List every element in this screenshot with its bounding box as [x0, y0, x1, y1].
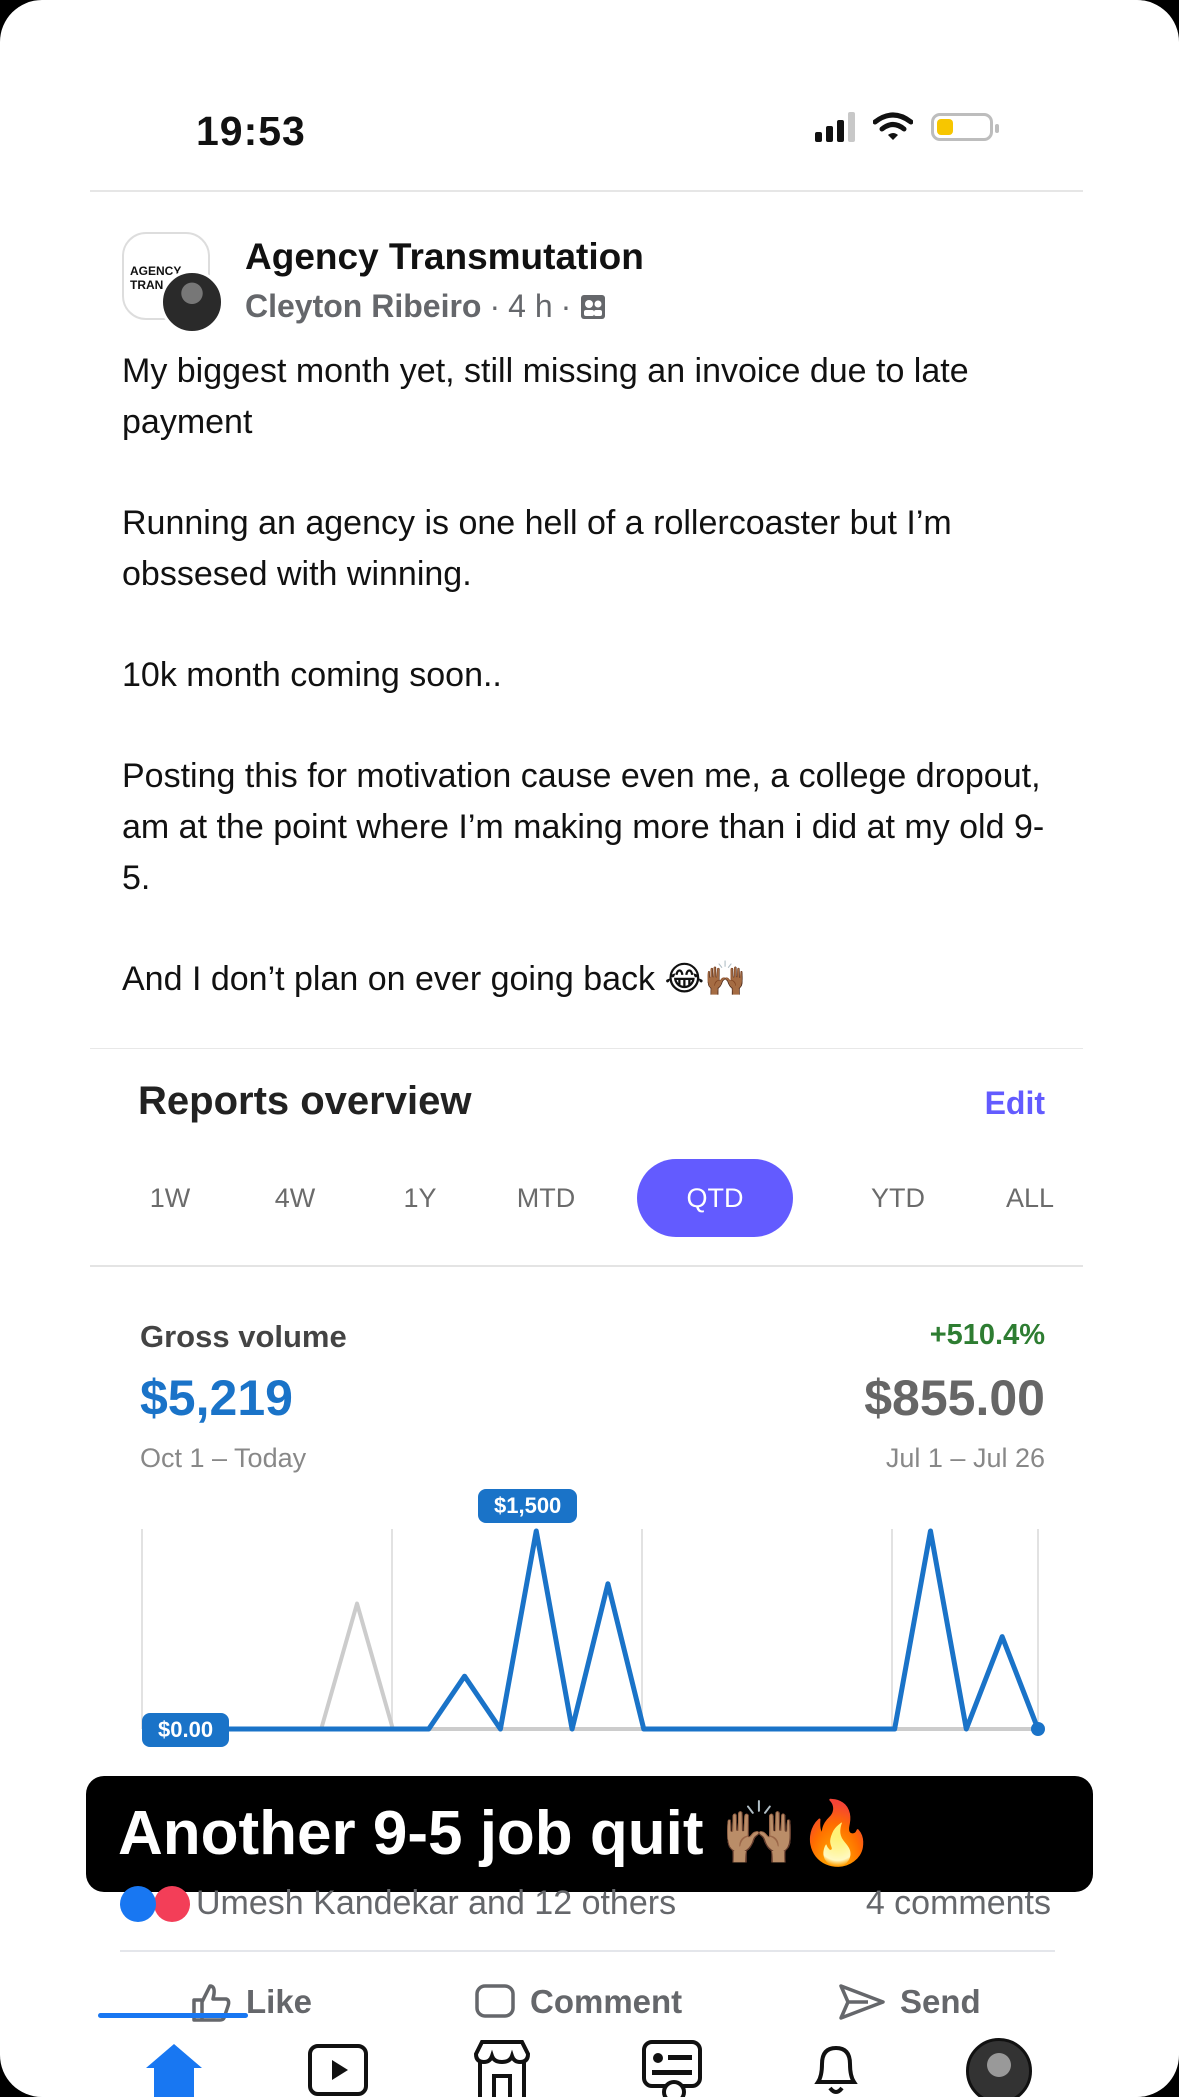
profile-avatar[interactable] [966, 2038, 1032, 2097]
comments-count[interactable]: 4 comments [866, 1884, 1051, 1923]
battery-icon [931, 113, 999, 141]
marketplace-icon[interactable] [470, 2038, 534, 2097]
series-line-current [142, 1528, 1041, 1732]
series-end-point [1031, 1722, 1045, 1736]
author-name[interactable]: Cleyton Ribeiro [245, 288, 481, 325]
actions-divider [120, 1950, 1055, 1952]
tab-1y: 1Y [403, 1183, 437, 1213]
change-percent: +510.4% [929, 1319, 1045, 1351]
story-caption: Another 9-5 job quit 🙌🏽🔥 [86, 1776, 1093, 1892]
author-avatar[interactable] [160, 270, 224, 334]
feeds-icon[interactable] [640, 2038, 704, 2097]
tabs-divider [90, 1265, 1083, 1267]
send-label: Send [900, 1983, 981, 2020]
peak-value-label: $1,500 [478, 1489, 578, 1523]
video-icon[interactable] [306, 2038, 370, 2097]
tab-ytd: YTD [871, 1183, 925, 1213]
current-range: Oct 1 – Today [140, 1443, 307, 1473]
reactions-summary[interactable]: Umesh Kandekar and 12 others [120, 1884, 676, 1923]
post-paragraph: My biggest month yet, still missing an i… [122, 352, 969, 441]
send-button[interactable]: Send [838, 1982, 981, 2022]
previous-value: $855.00 [864, 1370, 1045, 1426]
post-paragraph: Posting this for motivation cause even m… [122, 757, 1045, 897]
like-label: Like [246, 1983, 313, 2020]
tab-all: ALL [1005, 1183, 1055, 1213]
zero-value-label: $0.00 [142, 1713, 230, 1747]
current-value: $5,219 [140, 1370, 293, 1426]
group-name[interactable]: Agency Transmutation [245, 236, 644, 278]
chart-svg [141, 1528, 1045, 1736]
active-tab-indicator [98, 2013, 248, 2018]
love-reaction-icon [154, 1885, 190, 1922]
gross-volume-label: Gross volume [140, 1319, 347, 1354]
range-tabs: 1W 4W 1Y MTD QTD YTD ALL [120, 1159, 1060, 1237]
previous-range: Jul 1 – Jul 26 [885, 1443, 1045, 1473]
gross-volume-chart: $1,500 $0.00 [90, 1489, 1083, 1819]
post-paragraph: Running an agency is one hell of a rolle… [122, 504, 952, 593]
screen: 19:53 AGENCY TRAN Agency Transmutation C… [0, 0, 1179, 2097]
meta-separator: · [489, 288, 501, 324]
like-reaction-icon [120, 1885, 156, 1922]
post-time[interactable]: 4 h [508, 288, 552, 325]
status-time: 19:53 [196, 108, 306, 154]
signal-icon [815, 112, 855, 142]
send-icon [839, 1984, 885, 2020]
post-meta: Cleyton Ribeiro · 4 h · [245, 288, 607, 325]
tab-1w: 1W [149, 1183, 191, 1213]
tab-4w: 4W [274, 1183, 316, 1213]
report-title: Reports overview [138, 1079, 472, 1123]
status-divider [90, 190, 1083, 192]
comment-label: Comment [530, 1983, 683, 2020]
tab-qtd: QTD [637, 1159, 793, 1237]
wifi-icon [873, 112, 913, 140]
meta-separator: · [560, 288, 572, 324]
post-paragraph: And I don’t plan on ever going back 😂🙌🏾 [122, 960, 747, 998]
post-body: My biggest month yet, still missing an i… [122, 346, 1062, 1055]
bell-icon[interactable] [804, 2038, 868, 2097]
group-privacy-icon [581, 294, 606, 319]
reactions-text: Umesh Kandekar and 12 others [196, 1884, 677, 1922]
home-icon[interactable] [142, 2038, 206, 2097]
comment-icon [475, 1984, 515, 2018]
bottom-nav [90, 2032, 1083, 2097]
status-icons [815, 112, 999, 142]
comment-button[interactable]: Comment [474, 1982, 682, 2022]
edit-link: Edit [984, 1085, 1045, 1121]
post-paragraph: 10k month coming soon.. [122, 656, 502, 694]
report-screenshot[interactable]: Reports overview Edit 1W 4W 1Y MTD QTD Y… [90, 1048, 1083, 1749]
post-avatar[interactable]: AGENCY TRAN [122, 232, 224, 334]
tab-mtd: MTD [516, 1183, 576, 1213]
